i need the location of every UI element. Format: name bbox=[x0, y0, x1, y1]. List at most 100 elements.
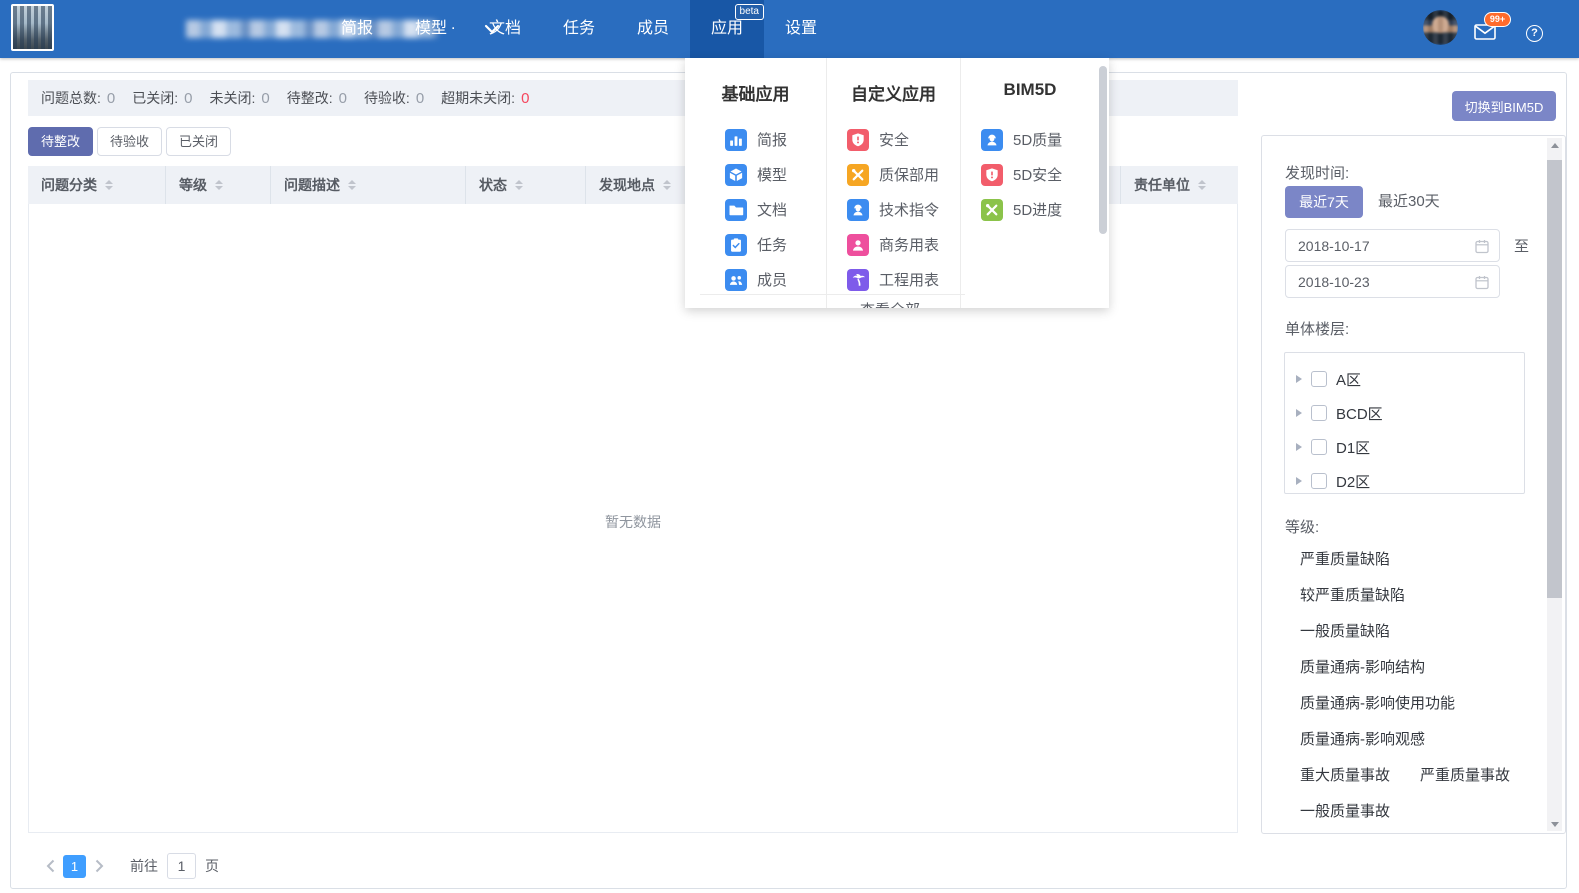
level-filter-label: 等级: bbox=[1285, 516, 1319, 537]
stat-item: 超期未关闭:0 bbox=[441, 88, 529, 108]
app-menu-item[interactable]: 技术指令 bbox=[827, 192, 960, 227]
stat-label: 待验收: bbox=[364, 88, 410, 108]
app-menu-item[interactable]: 模型 bbox=[685, 157, 826, 192]
expand-arrow-icon[interactable] bbox=[1296, 375, 1302, 383]
date-to-input[interactable] bbox=[1285, 265, 1500, 298]
level-filter-item[interactable]: 一般质量事故 bbox=[1300, 800, 1390, 821]
nav-item-7[interactable]: 设置 bbox=[764, 0, 838, 58]
app-menu-section: 自定义应用安全质保部用技术指令商务用表工程用表 bbox=[826, 58, 960, 308]
app-menu-item-label: 质保部用 bbox=[879, 164, 939, 185]
app-logo bbox=[11, 4, 54, 51]
column-header[interactable]: 问题描述 bbox=[271, 166, 466, 204]
app-menu-item[interactable]: 工程用表 bbox=[827, 262, 960, 297]
range-30days-button[interactable]: 最近30天 bbox=[1378, 186, 1440, 218]
level-row: 质量通病-影响观感 bbox=[1300, 720, 1530, 756]
shield-icon bbox=[847, 129, 869, 151]
scrollbar-thumb[interactable] bbox=[1547, 160, 1562, 598]
app-menu-item[interactable]: 5D进度 bbox=[961, 192, 1099, 227]
sort-caret-icon[interactable] bbox=[215, 180, 223, 190]
nav-item-3[interactable]: 文档 bbox=[468, 0, 542, 58]
level-filter-item[interactable]: 质量通病-影响结构 bbox=[1300, 656, 1425, 677]
tree-node[interactable]: BCD区 bbox=[1285, 396, 1524, 430]
level-filter-item[interactable]: 质量通病-影响观感 bbox=[1300, 728, 1425, 749]
next-page-button[interactable] bbox=[90, 854, 108, 878]
date-from-input[interactable] bbox=[1285, 229, 1500, 262]
calendar-icon[interactable] bbox=[1474, 238, 1490, 254]
prev-page-button[interactable] bbox=[41, 854, 59, 878]
column-header[interactable]: 责任单位 bbox=[1121, 166, 1238, 204]
tab-2[interactable]: 待验收 bbox=[97, 127, 162, 156]
goto-page-input[interactable] bbox=[167, 853, 196, 879]
tab-1[interactable]: 待整改 bbox=[28, 127, 93, 156]
level-filter-item[interactable]: 一般质量缺陷 bbox=[1300, 620, 1390, 641]
level-filter-item[interactable]: 质量通病-影响使用功能 bbox=[1300, 692, 1455, 713]
expand-arrow-icon[interactable] bbox=[1296, 443, 1302, 451]
nav-item-1[interactable]: 简报 bbox=[320, 0, 394, 58]
app-menu-item[interactable]: 5D质量 bbox=[961, 122, 1099, 157]
app-menu-items: 安全质保部用技术指令商务用表工程用表 bbox=[827, 122, 960, 297]
scroll-down-arrow[interactable] bbox=[1547, 817, 1562, 831]
nav-item-4[interactable]: 任务 bbox=[542, 0, 616, 58]
calendar-icon[interactable] bbox=[1474, 274, 1490, 290]
expand-arrow-icon[interactable] bbox=[1296, 409, 1302, 417]
app-menu-item-label: 技术指令 bbox=[879, 199, 939, 220]
tree-checkbox[interactable] bbox=[1311, 371, 1327, 387]
tree-node-label: BCD区 bbox=[1336, 403, 1383, 424]
nav-item-6[interactable]: 应用beta bbox=[690, 0, 764, 58]
level-filter-item[interactable]: 严重质量缺陷 bbox=[1300, 548, 1390, 569]
nav-item-5[interactable]: 成员 bbox=[616, 0, 690, 58]
tree-node[interactable]: A区 bbox=[1285, 362, 1524, 396]
tree-checkbox[interactable] bbox=[1311, 405, 1327, 421]
app-menu-item[interactable]: 5D安全 bbox=[961, 157, 1099, 192]
sort-desc-icon bbox=[348, 186, 356, 190]
beta-badge: beta bbox=[735, 4, 764, 20]
sort-caret-icon[interactable] bbox=[105, 180, 113, 190]
tree-checkbox[interactable] bbox=[1311, 439, 1327, 455]
column-label: 发现地点 bbox=[599, 175, 655, 195]
tab-3[interactable]: 已关闭 bbox=[166, 127, 231, 156]
app-menu-section-title: BIM5D bbox=[961, 80, 1099, 104]
column-header[interactable]: 等级 bbox=[166, 166, 271, 204]
pagination: 1 前往 页 bbox=[41, 852, 219, 880]
tree-node[interactable]: D2区 bbox=[1285, 464, 1524, 498]
app-menu-item-label: 简报 bbox=[757, 129, 787, 150]
app-menu-item[interactable]: 质保部用 bbox=[827, 157, 960, 192]
app-menu-item[interactable]: 成员 bbox=[685, 262, 826, 297]
range-7days-button[interactable]: 最近7天 bbox=[1285, 186, 1363, 218]
app-menu-item[interactable]: 简报 bbox=[685, 122, 826, 157]
person-icon bbox=[847, 234, 869, 256]
sort-caret-icon[interactable] bbox=[515, 180, 523, 190]
level-filter-item[interactable]: 较严重质量缺陷 bbox=[1300, 584, 1405, 605]
dropdown-scrollbar-thumb[interactable] bbox=[1099, 66, 1107, 234]
help-icon[interactable]: ? bbox=[1526, 25, 1543, 42]
level-row: 质量通病-影响使用功能 bbox=[1300, 684, 1530, 720]
page-number-button[interactable]: 1 bbox=[63, 855, 86, 878]
message-count-badge: 99+ bbox=[1484, 12, 1511, 27]
tree-checkbox[interactable] bbox=[1311, 473, 1327, 489]
sort-caret-icon[interactable] bbox=[663, 180, 671, 190]
column-header[interactable]: 状态 bbox=[466, 166, 586, 204]
app-menu-item[interactable]: 商务用表 bbox=[827, 227, 960, 262]
stat-value: 0 bbox=[107, 90, 115, 107]
level-row: 重大质量事故 严重质量事故 bbox=[1300, 756, 1530, 792]
user-avatar[interactable] bbox=[1423, 10, 1458, 45]
switch-to-bim5d-button[interactable]: 切换到BIM5D bbox=[1452, 91, 1556, 121]
nav-item-2[interactable]: 模型 bbox=[394, 0, 468, 58]
app-menu-item[interactable]: 文档 bbox=[685, 192, 826, 227]
nav-item-label: 模型 bbox=[415, 20, 447, 37]
panel-scrollbar[interactable] bbox=[1547, 138, 1562, 831]
app-menu-section: BIM5D 5D质量5D安全5D进度 bbox=[960, 58, 1099, 308]
nav-item-label: 文档 bbox=[489, 20, 521, 37]
tree-node-label: D2区 bbox=[1336, 471, 1370, 492]
level-filter-item[interactable]: 严重质量事故 bbox=[1420, 764, 1510, 785]
scroll-up-arrow[interactable] bbox=[1547, 138, 1562, 152]
app-menu-item[interactable]: 安全 bbox=[827, 122, 960, 157]
sort-caret-icon[interactable] bbox=[1198, 180, 1206, 190]
sort-caret-icon[interactable] bbox=[348, 180, 356, 190]
column-header[interactable]: 问题分类 bbox=[28, 166, 166, 204]
view-all-link[interactable]: 查看全部 bbox=[760, 299, 1020, 308]
app-menu-item[interactable]: 任务 bbox=[685, 227, 826, 262]
tree-node[interactable]: D1区 bbox=[1285, 430, 1524, 464]
level-filter-item[interactable]: 重大质量事故 bbox=[1300, 764, 1390, 785]
expand-arrow-icon[interactable] bbox=[1296, 477, 1302, 485]
